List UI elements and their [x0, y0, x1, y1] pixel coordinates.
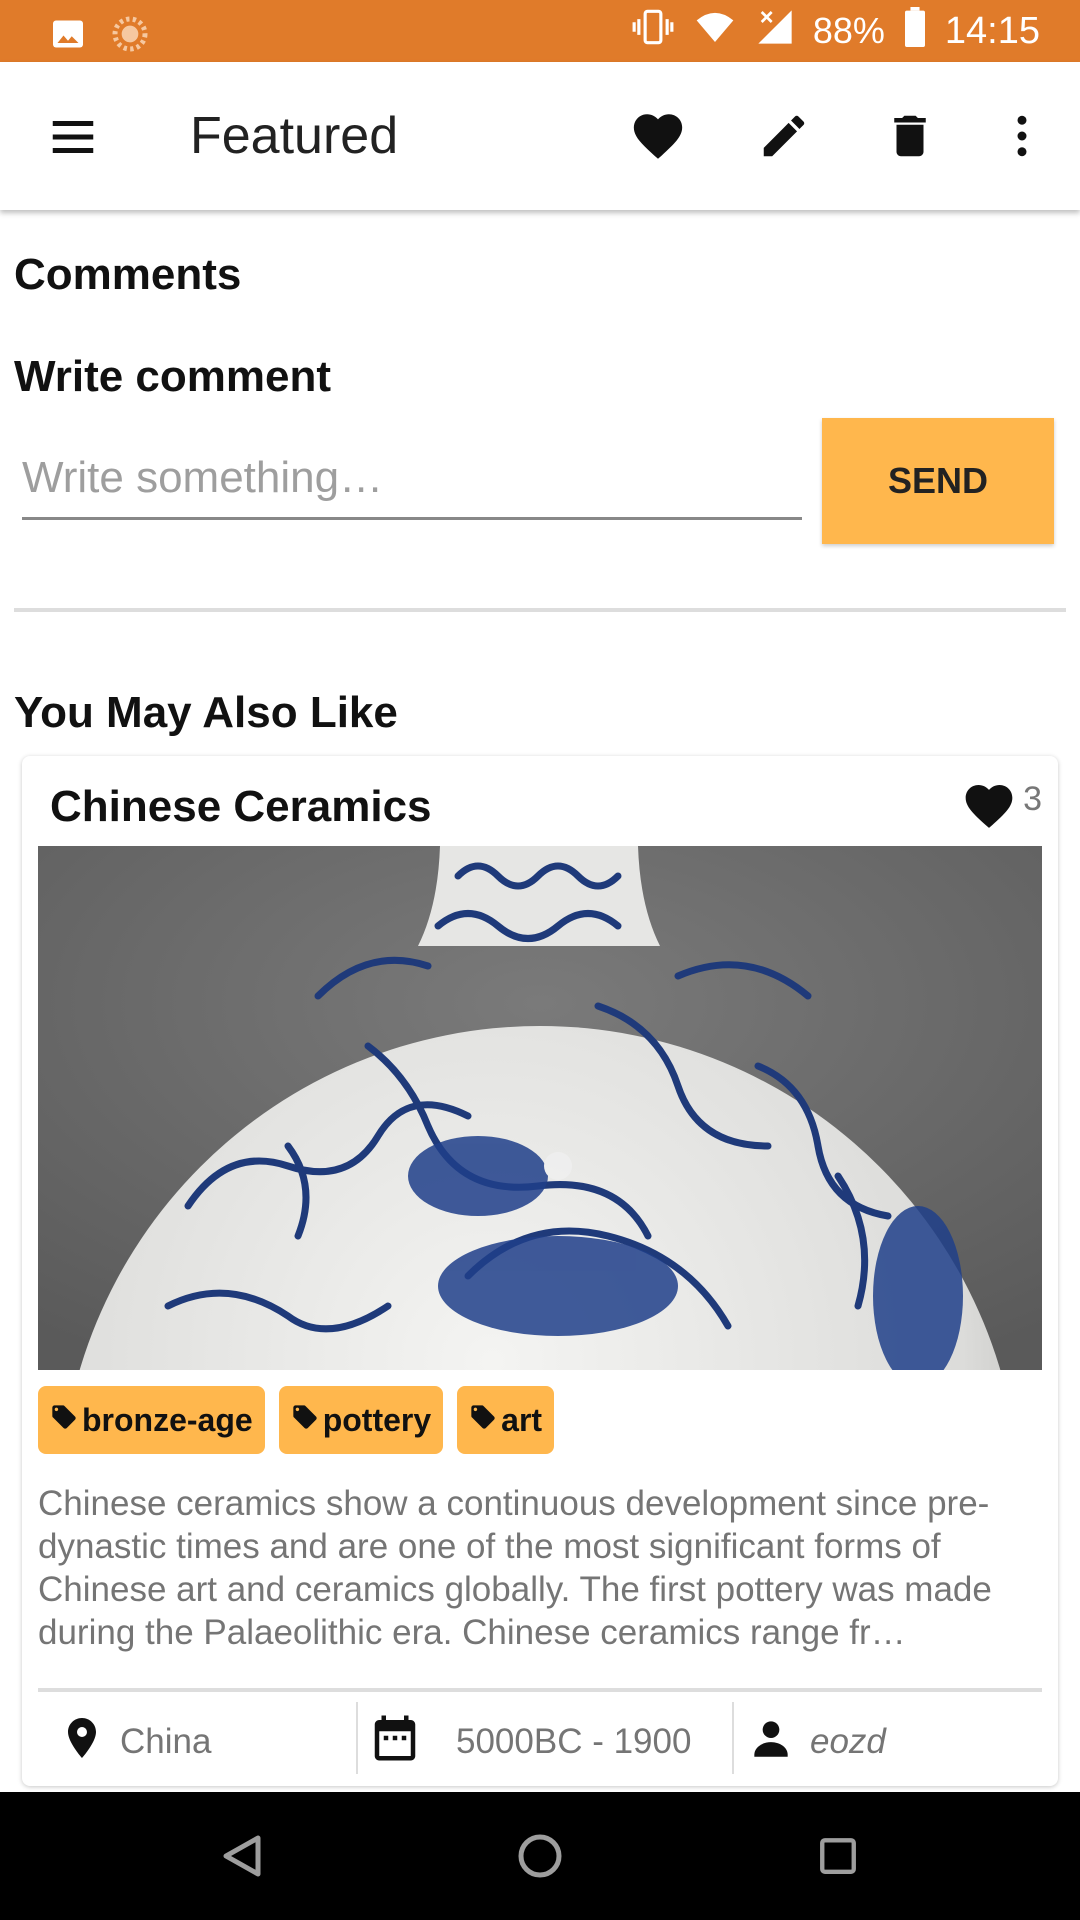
like-count-value: 3: [1023, 780, 1042, 818]
write-comment-heading: Write comment: [14, 352, 332, 401]
tag-icon: [291, 1402, 319, 1439]
calendar-icon: [368, 1711, 422, 1774]
heart-icon: [961, 778, 1017, 839]
navigation-bar: [0, 1792, 1080, 1920]
location: China: [58, 1702, 211, 1782]
meta-separator: [732, 1702, 734, 1774]
card-title: Chinese Ceramics: [50, 782, 432, 831]
author-text: eozd: [810, 1722, 886, 1761]
clock: 14:15: [944, 9, 1040, 52]
period: 5000BC - 1900: [368, 1702, 691, 1782]
status-bar: 88% 14:15: [0, 0, 1080, 62]
tag-list: bronze-age pottery art: [38, 1386, 555, 1454]
screen: 88% 14:15 Featured Comments Write commen…: [0, 0, 1080, 1920]
edit-icon[interactable]: [754, 106, 814, 166]
delete-icon[interactable]: [880, 106, 940, 166]
recommendations-heading: You May Also Like: [14, 688, 398, 737]
tag-label: art: [501, 1401, 543, 1438]
tag-icon: [469, 1402, 497, 1439]
more-vert-icon[interactable]: [992, 106, 1052, 166]
tag-art[interactable]: art: [457, 1386, 555, 1454]
back-icon[interactable]: [210, 1824, 274, 1888]
home-icon[interactable]: [508, 1824, 572, 1888]
like-count[interactable]: 3: [961, 778, 1042, 839]
heart-icon[interactable]: [628, 106, 688, 166]
meta-separator: [356, 1702, 358, 1774]
app-bar: Featured: [0, 62, 1080, 210]
location-pin-icon: [58, 1712, 106, 1773]
wifi-icon: [693, 7, 737, 56]
location-text: China: [120, 1722, 212, 1761]
vibrate-icon: [631, 7, 675, 56]
comment-input[interactable]: [22, 438, 802, 520]
recents-icon[interactable]: [806, 1824, 870, 1888]
tag-label: bronze-age: [82, 1401, 253, 1438]
image-icon: [50, 16, 86, 57]
period-text: 5000BC - 1900: [456, 1722, 692, 1761]
tag-pottery[interactable]: pottery: [278, 1386, 444, 1454]
page-title: Featured: [190, 107, 399, 165]
person-icon: [746, 1713, 796, 1772]
content: Comments Write comment SEND You May Also…: [0, 210, 1080, 1792]
tag-bronze-age[interactable]: bronze-age: [38, 1386, 265, 1454]
send-button[interactable]: SEND: [822, 418, 1054, 544]
recommendation-card[interactable]: Chinese Ceramics 3 bronze-age pottery ar…: [22, 756, 1058, 1786]
battery-percent: 88%: [812, 10, 885, 51]
card-image[interactable]: [38, 846, 1042, 1370]
tag-icon: [50, 1402, 78, 1439]
menu-icon[interactable]: [46, 110, 100, 164]
card-description: Chinese ceramics show a continuous devel…: [38, 1484, 992, 1652]
battery-icon: [903, 6, 927, 56]
card-divider: [38, 1688, 1042, 1692]
comments-heading: Comments: [14, 250, 242, 299]
tag-label: pottery: [322, 1401, 432, 1438]
author[interactable]: eozd: [746, 1702, 886, 1782]
signal-icon: [755, 7, 795, 56]
divider: [14, 608, 1066, 612]
sync-icon: [110, 14, 150, 59]
